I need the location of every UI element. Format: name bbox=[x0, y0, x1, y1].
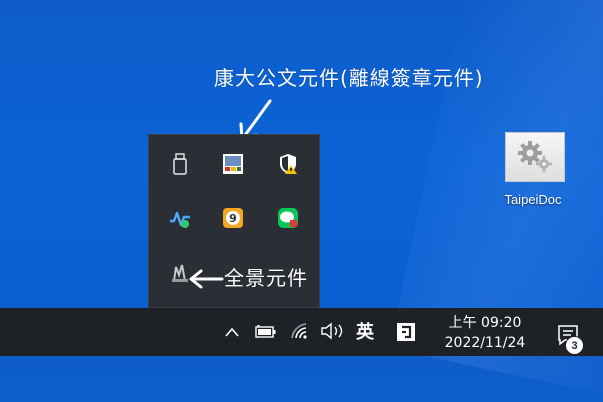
annotation-kangda-label: 康大公文元件(離線簽章元件) bbox=[214, 66, 484, 90]
annotation-arrow-left bbox=[189, 269, 224, 289]
desktop-background: 康大公文元件(離線簽章元件) 9 全景元件 TaipeiDoc bbox=[0, 0, 603, 402]
annotation-chunghwa-label: 全景元件 bbox=[224, 266, 308, 290]
line-chat-icon[interactable] bbox=[277, 207, 299, 229]
network-wifi-icon[interactable] bbox=[288, 320, 312, 342]
usb-drive-icon[interactable] bbox=[169, 153, 191, 175]
clock-date: 2022/11/24 bbox=[444, 335, 526, 351]
nine-badge-app-icon[interactable]: 9 bbox=[222, 207, 244, 229]
desktop-shortcut-label: TaipeiDoc bbox=[504, 192, 562, 207]
volume-speaker-icon[interactable] bbox=[318, 320, 348, 342]
windows-security-warning-icon[interactable] bbox=[277, 153, 299, 175]
kangda-signature-icon[interactable] bbox=[222, 153, 244, 175]
ime-mode-icon[interactable] bbox=[394, 320, 418, 344]
ime-language-indicator[interactable]: 英 bbox=[352, 318, 378, 344]
notification-count-badge: 3 bbox=[565, 336, 584, 355]
taskbar-clock[interactable]: 上午 09:20 2022/11/24 bbox=[430, 311, 540, 355]
svg-text:9: 9 bbox=[229, 212, 237, 225]
show-hidden-icons-chevron-icon[interactable] bbox=[222, 322, 242, 342]
gears-icon bbox=[505, 132, 565, 182]
taskbar: 英 上午 09:20 2022/11/24 3 bbox=[0, 308, 603, 356]
health-monitor-icon[interactable] bbox=[169, 207, 191, 229]
clock-time: 上午 09:20 bbox=[448, 315, 522, 331]
battery-icon[interactable] bbox=[254, 322, 278, 342]
desktop-shortcut-taipeidoc[interactable]: TaipeiDoc bbox=[488, 128, 578, 218]
